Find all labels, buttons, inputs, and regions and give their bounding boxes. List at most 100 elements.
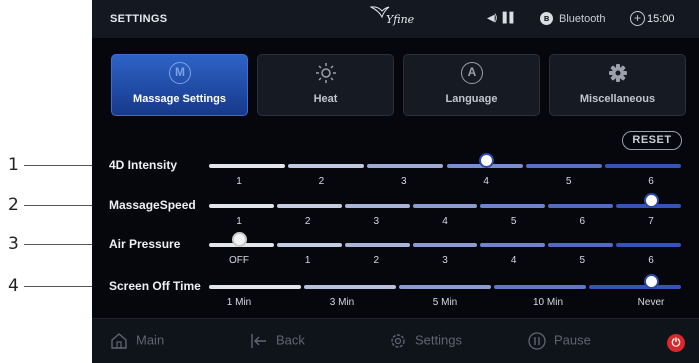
slider-option-label[interactable]: 6 <box>648 176 654 187</box>
callout-number: 3 <box>8 234 19 254</box>
slider-option-label[interactable]: 2 <box>305 216 311 227</box>
setting-label: 4D Intensity <box>109 158 178 172</box>
slider-segment <box>367 164 444 168</box>
page-title: SETTINGS <box>110 13 168 25</box>
slider-option-label[interactable]: 6 <box>580 216 586 227</box>
tab-massage-settings[interactable]: M Massage Settings <box>111 54 248 116</box>
nav-label: Back <box>276 332 305 348</box>
sun-icon <box>315 62 337 84</box>
slider-track[interactable] <box>209 285 684 289</box>
slider-option-label[interactable]: OFF <box>229 255 249 266</box>
slider-option-label[interactable]: 5 <box>580 255 586 266</box>
slider-option-label[interactable]: 2 <box>374 255 380 266</box>
slider-segment <box>616 243 681 247</box>
slider-option-label[interactable]: 10 Min <box>533 297 563 308</box>
home-icon <box>111 333 127 349</box>
tab-language[interactable]: A Language <box>403 54 540 116</box>
slider-option-label[interactable]: 3 <box>401 176 407 187</box>
tab-label: Massage Settings <box>133 93 226 105</box>
slider-segment <box>525 164 602 168</box>
slider-segment <box>276 243 342 247</box>
slider-segment <box>548 243 614 247</box>
tab-heat[interactable]: Heat <box>257 54 394 116</box>
slider-segment <box>288 164 365 168</box>
slider-option-label[interactable]: 1 Min <box>227 297 251 308</box>
slider-segment <box>494 285 586 289</box>
slider-segment <box>604 164 681 168</box>
slider-track[interactable] <box>209 164 684 168</box>
slider-segment <box>589 285 681 289</box>
callout-number: 4 <box>8 276 19 296</box>
slider-segment <box>412 243 478 247</box>
slider-track[interactable] <box>209 204 684 208</box>
nav-label: Main <box>136 332 165 348</box>
nav-pause-button[interactable]: Pause <box>528 332 591 352</box>
slider-segment <box>480 204 546 208</box>
tab-label: Miscellaneous <box>579 93 656 105</box>
slider-option-label[interactable]: 4 <box>511 255 517 266</box>
slider-option-label[interactable]: 3 <box>442 255 448 266</box>
slider-option-label[interactable]: 6 <box>648 255 654 266</box>
slider-segment <box>548 204 614 208</box>
slider-option-label[interactable]: 4 <box>442 216 448 227</box>
setting-row-air-pressure: Air Pressure OFF 1 2 3 4 5 6 <box>92 232 699 277</box>
callout-line <box>24 165 100 166</box>
power-icon: ⏻ <box>671 337 681 349</box>
clock-time: 15:00 <box>647 13 675 25</box>
massage-m-icon: M <box>169 62 191 84</box>
callout-line <box>24 244 100 245</box>
slider-segment <box>209 204 274 208</box>
setting-label: Screen Off Time <box>109 279 201 293</box>
slider-option-label[interactable]: 5 Min <box>433 297 457 308</box>
back-arrow-icon <box>251 334 266 348</box>
slider-segment <box>344 243 410 247</box>
gear-icon <box>607 62 629 84</box>
slider-segment <box>412 204 478 208</box>
bluetooth-label: Bluetooth <box>559 13 606 25</box>
volume-signal-icon: ◀) ▐▐ <box>487 13 513 24</box>
tab-miscellaneous[interactable]: Miscellaneous <box>549 54 686 116</box>
power-button[interactable]: ⏻ <box>667 334 685 352</box>
slider-option-label[interactable]: 1 <box>236 216 242 227</box>
nav-label: Pause <box>554 332 591 348</box>
setting-row-massage-speed: MassageSpeed 1 2 3 4 5 6 7 <box>92 193 699 238</box>
slider-option-label[interactable]: 5 <box>566 176 572 187</box>
slider-segment <box>209 164 286 168</box>
tab-label: Language <box>445 93 498 105</box>
status-bar: SETTINGS Yfine ◀) ▐▐ ʙ Bluetooth + 15:00 <box>92 0 699 38</box>
callout-line <box>24 286 100 287</box>
slider-segment <box>399 285 491 289</box>
slider-knob[interactable] <box>644 193 659 208</box>
setting-row-screen-off-time: Screen Off Time 1 Min 3 Min 5 Min 10 Min Nev… <box>92 274 699 319</box>
tab-label: Heat <box>313 93 338 105</box>
settings-gear-icon <box>391 334 405 348</box>
slider-segment <box>276 204 342 208</box>
nav-back-button[interactable]: Back <box>250 332 305 352</box>
pause-icon <box>528 332 546 350</box>
slider-segment <box>480 243 546 247</box>
setting-row-4d-intensity: 4D Intensity 1 2 3 4 5 6 <box>92 153 699 198</box>
reset-button[interactable]: RESET <box>622 131 682 150</box>
callout-number: 1 <box>8 155 19 175</box>
language-a-icon: A <box>461 62 483 84</box>
slider-segment <box>304 285 396 289</box>
slider-option-label[interactable]: 3 Min <box>330 297 354 308</box>
nav-main-button[interactable]: Main <box>110 332 164 352</box>
slider-track[interactable] <box>209 243 684 247</box>
slider-option-label[interactable]: 3 <box>374 216 380 227</box>
nav-label: Settings <box>415 332 462 348</box>
slider-knob[interactable] <box>232 232 247 247</box>
slider-option-label[interactable]: 4 <box>483 176 489 187</box>
slider-option-label[interactable]: 1 <box>236 176 242 187</box>
brand-logo-text: Yfine <box>386 13 415 26</box>
slider-option-label[interactable]: 2 <box>319 176 325 187</box>
slider-option-label[interactable]: Never <box>638 297 665 308</box>
slider-knob[interactable] <box>644 274 659 289</box>
clock-icon: + <box>630 11 645 26</box>
slider-option-label[interactable]: 5 <box>511 216 517 227</box>
slider-segment <box>344 204 410 208</box>
slider-option-label[interactable]: 1 <box>305 255 311 266</box>
nav-settings-button[interactable]: Settings <box>389 332 462 352</box>
bluetooth-icon: ʙ <box>540 12 553 25</box>
slider-option-label[interactable]: 7 <box>648 216 654 227</box>
